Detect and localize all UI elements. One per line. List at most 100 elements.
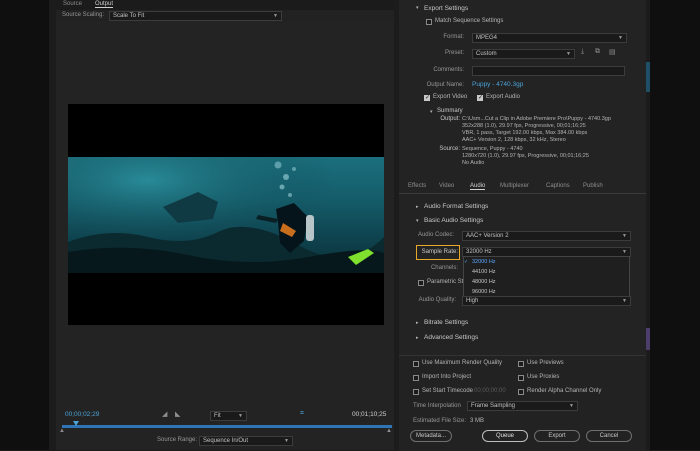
- background-strip: [646, 62, 650, 92]
- tab-multiplexer[interactable]: Multiplexer: [500, 183, 529, 189]
- zoom-fit-dropdown[interactable]: Fit ▼: [210, 411, 247, 421]
- audio-codec-value: AAC+ Version 2: [466, 233, 509, 239]
- chevron-down-icon: ▼: [566, 51, 571, 57]
- import-preset-icon[interactable]: ⧉: [595, 48, 600, 56]
- tab-output[interactable]: Output: [95, 1, 114, 8]
- mark-in-icon[interactable]: ◢: [162, 410, 167, 418]
- preset-dropdown[interactable]: Custom ▼: [472, 49, 575, 59]
- preset-value: Custom: [476, 51, 497, 57]
- save-preset-icon[interactable]: ⤓: [581, 48, 584, 56]
- chevron-down-icon: ▼: [622, 249, 627, 255]
- chevron-down-icon: ▼: [273, 13, 278, 19]
- crop-icon[interactable]: ⌗: [300, 410, 304, 418]
- expand-chevron-icon[interactable]: ▸: [416, 335, 419, 341]
- summary-source-block: Sequence, Puppy - 4740 1280x720 (1.0), 2…: [462, 146, 642, 167]
- export-audio-checkbox[interactable]: [477, 94, 483, 101]
- time-interpolation-dropdown[interactable]: Frame Sampling ▼: [467, 401, 578, 411]
- expand-chevron-icon[interactable]: ▸: [416, 320, 419, 326]
- mark-out-icon[interactable]: ◣: [175, 410, 180, 418]
- source-range-value: Sequence In/Out: [203, 438, 249, 444]
- collapse-chevron-icon[interactable]: ▾: [416, 5, 419, 11]
- source-scaling-label: Source Scaling:: [62, 12, 105, 18]
- source-range-dropdown[interactable]: Sequence In/Out ▼: [199, 436, 293, 446]
- export-audio-label: Export Audio: [486, 94, 521, 100]
- expand-chevron-icon[interactable]: ▸: [416, 204, 419, 210]
- render-alpha-checkbox[interactable]: [518, 389, 524, 395]
- collapse-chevron-icon[interactable]: ▾: [416, 218, 419, 224]
- summary-output-block: C:\Usm...Cut a Clip in Adobe Premiere Pr…: [462, 116, 642, 144]
- export-video-label: Export Video: [433, 94, 468, 100]
- parametric-stereo-label: Parametric St: [427, 279, 464, 285]
- chevron-down-icon: ▼: [238, 413, 243, 419]
- comments-label: Comments:: [433, 67, 464, 73]
- tab-source[interactable]: Source: [63, 1, 82, 7]
- tab-video[interactable]: Video: [439, 183, 454, 189]
- video-frame: [68, 157, 384, 273]
- sample-rate-option[interactable]: 32000 Hz: [472, 259, 496, 265]
- background-strip: [646, 328, 650, 350]
- set-start-timecode-checkbox[interactable]: [413, 389, 419, 395]
- sample-rate-option[interactable]: 96000 Hz: [472, 289, 496, 295]
- basic-audio-settings-heading[interactable]: Basic Audio Settings: [424, 217, 483, 224]
- source-scaling-value: Scale To Fit: [113, 13, 145, 19]
- match-sequence-label: Match Sequence Settings: [435, 18, 504, 24]
- playhead-icon[interactable]: [73, 421, 79, 426]
- use-proxies-checkbox[interactable]: [518, 375, 524, 381]
- source-scaling-row: Source Scaling: Scale To Fit ▼: [56, 10, 394, 21]
- tab-audio[interactable]: Audio: [470, 183, 486, 190]
- bitrate-settings-heading[interactable]: Bitrate Settings: [424, 319, 468, 326]
- audio-quality-dropdown[interactable]: High ▼: [462, 296, 631, 306]
- render-alpha-label: Render Alpha Channel Only: [527, 388, 602, 394]
- import-into-project-label: Import Into Project: [422, 374, 472, 380]
- export-button[interactable]: Export: [534, 430, 580, 442]
- chevron-down-icon: ▼: [569, 403, 574, 409]
- audio-codec-dropdown[interactable]: AAC+ Version 2 ▼: [462, 231, 631, 241]
- tab-publish[interactable]: Publish: [583, 183, 603, 189]
- sample-rate-option[interactable]: 48000 Hz: [472, 279, 496, 285]
- sample-rate-option[interactable]: 44100 Hz: [472, 269, 496, 275]
- summary-output-label: Output:: [440, 116, 460, 122]
- chevron-down-icon: ▼: [622, 233, 627, 239]
- source-range-label: Source Range:: [157, 437, 198, 443]
- import-into-project-checkbox[interactable]: [413, 375, 419, 381]
- match-sequence-checkbox[interactable]: [426, 19, 432, 25]
- output-name-link[interactable]: Puppy - 4740.3gp: [472, 81, 523, 88]
- use-previews-checkbox[interactable]: [518, 361, 524, 367]
- comments-input[interactable]: [472, 66, 625, 76]
- timeline-scrubber[interactable]: [62, 425, 392, 428]
- chevron-down-icon: ▼: [284, 438, 289, 444]
- summary-source-label: Source:: [439, 146, 460, 152]
- metadata-button[interactable]: Metadata...: [410, 430, 452, 442]
- estimated-file-size-value: 3 MB: [470, 418, 485, 424]
- summary-source-line: Sequence, Puppy - 4740: [462, 146, 523, 152]
- use-proxies-label: Use Proxies: [527, 374, 560, 380]
- parametric-stereo-checkbox[interactable]: [418, 280, 424, 286]
- sample-rate-options-list[interactable]: ✓ 32000 Hz 44100 Hz 48000 Hz 96000 Hz: [463, 256, 630, 298]
- collapse-chevron-icon[interactable]: ▾: [430, 109, 433, 115]
- summary-output-line: AAC+ Version 2, 128 kbps, 32 kHz, Stereo: [462, 137, 566, 143]
- time-interpolation-label: Time Interpolation: [413, 403, 461, 409]
- in-point-marker-icon[interactable]: ▲: [59, 428, 65, 434]
- window-frame-left: [0, 0, 49, 450]
- source-scaling-dropdown[interactable]: Scale To Fit ▼: [109, 11, 282, 21]
- use-previews-label: Use Previews: [527, 360, 564, 366]
- channels-label: Channels:: [430, 265, 458, 271]
- tab-effects[interactable]: Effects: [408, 183, 426, 189]
- delete-preset-icon[interactable]: ▤: [609, 48, 616, 56]
- advanced-settings-heading[interactable]: Advanced Settings: [424, 334, 478, 341]
- duration-timecode: 00;01;10;25: [352, 411, 387, 418]
- queue-button[interactable]: Queue: [482, 430, 528, 442]
- format-dropdown[interactable]: MPEG4 ▼: [472, 33, 627, 43]
- max-render-quality-checkbox[interactable]: [413, 361, 419, 367]
- set-start-timecode-label: Set Start Timecode: [422, 388, 474, 394]
- preview-tabbar: Source Output: [56, 0, 394, 10]
- audio-format-settings-heading[interactable]: Audio Format Settings: [424, 203, 488, 210]
- export-video-checkbox[interactable]: [424, 94, 430, 101]
- window-frame-right: [650, 0, 700, 450]
- playhead-timecode[interactable]: 00;00;02;29: [65, 411, 99, 418]
- start-timecode-value[interactable]: 00;00;00;00: [474, 388, 506, 394]
- out-point-marker-icon[interactable]: ▲: [386, 428, 392, 434]
- max-render-quality-label: Use Maximum Render Quality: [422, 360, 503, 366]
- cancel-button[interactable]: Cancel: [586, 430, 632, 442]
- tab-captions[interactable]: Captions: [546, 183, 570, 189]
